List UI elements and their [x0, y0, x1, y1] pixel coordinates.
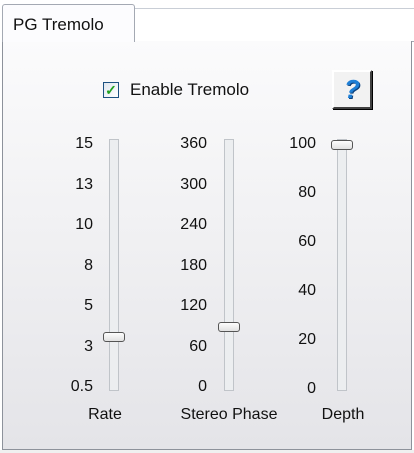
- tab-strip: [134, 8, 414, 41]
- tab-label: PG Tremolo: [13, 15, 104, 34]
- depth-tick-label: 80: [298, 184, 316, 201]
- depth-slider-thumb[interactable]: [331, 140, 353, 150]
- rate-label: Rate: [88, 406, 122, 423]
- rate-tick-label: 13: [75, 175, 93, 193]
- rate-tick-label: 5: [84, 297, 93, 314]
- depth-tick-label: 60: [298, 233, 316, 250]
- help-button[interactable]: ?: [332, 70, 372, 109]
- stereo-phase-tick-label: 60: [189, 337, 207, 355]
- stereo-phase-tick-label: 360: [180, 135, 207, 152]
- enable-tremolo-label: Enable Tremolo: [130, 80, 250, 99]
- depth-tick-label: 40: [298, 282, 316, 299]
- checkbox-box[interactable]: ✓: [103, 82, 119, 98]
- enable-tremolo-checkbox[interactable]: ✓ Enable Tremolo: [103, 79, 249, 101]
- help-icon: ?: [344, 74, 360, 104]
- rate-tick-label: 10: [75, 216, 93, 233]
- stereo-phase-tick-label: 180: [180, 256, 207, 274]
- stereo-phase-slider-thumb[interactable]: [218, 321, 240, 332]
- tab-pg-tremolo[interactable]: PG Tremolo: [2, 4, 135, 42]
- depth-label: Depth: [321, 406, 365, 423]
- stereo-phase-tick-label: 0: [198, 378, 207, 395]
- checkmark-icon: ✓: [105, 82, 117, 98]
- stereo-phase-tick-label: 300: [180, 175, 207, 193]
- rate-tick-label: 3: [84, 337, 93, 355]
- depth-tick-label: 100: [289, 135, 316, 152]
- rate-slider-track[interactable]: [109, 139, 119, 391]
- depth-tick-label: 0: [307, 380, 316, 397]
- rate-tick-label: 8: [84, 256, 93, 274]
- stereo-phase-tick-label: 240: [180, 216, 207, 233]
- depth-tick-label: 20: [298, 331, 316, 348]
- stereo-phase-label: Stereo Phase: [180, 406, 278, 423]
- rate-slider-thumb[interactable]: [103, 331, 125, 342]
- depth-slider-track[interactable]: [337, 139, 347, 391]
- stereo-phase-slider-track[interactable]: [224, 139, 234, 391]
- rate-tick-label: 15: [75, 135, 93, 152]
- rate-tick-label: 0.5: [70, 378, 93, 395]
- stereo-phase-tick-label: 120: [180, 297, 207, 314]
